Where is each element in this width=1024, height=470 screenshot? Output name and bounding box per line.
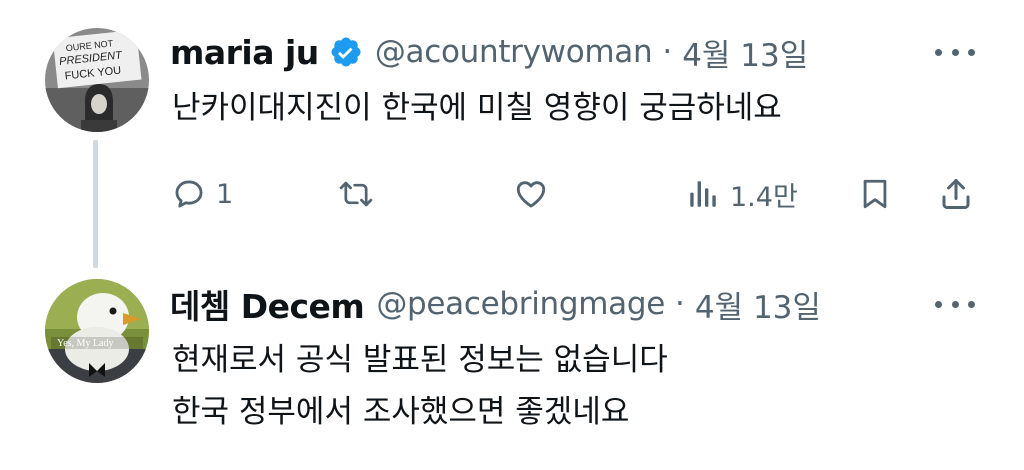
like-button[interactable] [513,166,559,222]
bookmark-button[interactable] [858,166,892,222]
share-icon [938,176,974,212]
reply-icon [172,177,206,211]
bookmark-icon [858,176,892,212]
user-handle[interactable]: @peacebringmage [376,286,665,322]
more-icon[interactable] [935,294,975,314]
retweet-button[interactable] [337,166,385,222]
share-button[interactable] [938,166,974,222]
tweet-text-line: 현재로서 공식 발표된 정보는 없습니다 [172,342,668,378]
avatar-caption: Yes, My Lady [57,338,114,349]
reply-button[interactable]: 1 [172,166,233,222]
display-name[interactable]: 데쳄 Decem [170,280,365,328]
separator-dot: · [662,34,673,70]
display-name[interactable]: maria ju [170,33,319,72]
separator-dot: · [674,286,685,322]
avatar[interactable]: OURE NOT PRESIDENT FUCK YOU [45,28,149,132]
tweet-text-line: 한국 정부에서 조사했으면 좋겠네요 [172,394,630,430]
views-icon [686,177,720,211]
tweet-date[interactable]: 4월 13일 [695,282,821,327]
more-icon[interactable] [935,42,975,62]
retweet-icon [337,177,375,211]
views-count: 1.4만 [730,181,798,213]
views-button[interactable]: 1.4만 [686,166,798,222]
tweet-actions: 1 1.4만 [170,166,980,222]
tweet-header: maria ju @acountrywoman · 4월 13일 [170,28,904,76]
tweet-header: 데쳄 Decem @peacebringmage · 4월 13일 [170,280,904,328]
user-handle[interactable]: @acountrywoman [375,34,653,70]
tweet-text: 난카이대지진이 한국에 미칠 영향이 궁금하네요 [172,90,782,126]
tweet-date[interactable]: 4월 13일 [682,30,808,75]
reply-count: 1 [216,178,234,210]
verified-badge-icon [329,35,363,69]
thread-connector-line [93,140,98,268]
like-icon [513,177,549,211]
avatar[interactable]: Yes, My Lady [45,279,149,383]
